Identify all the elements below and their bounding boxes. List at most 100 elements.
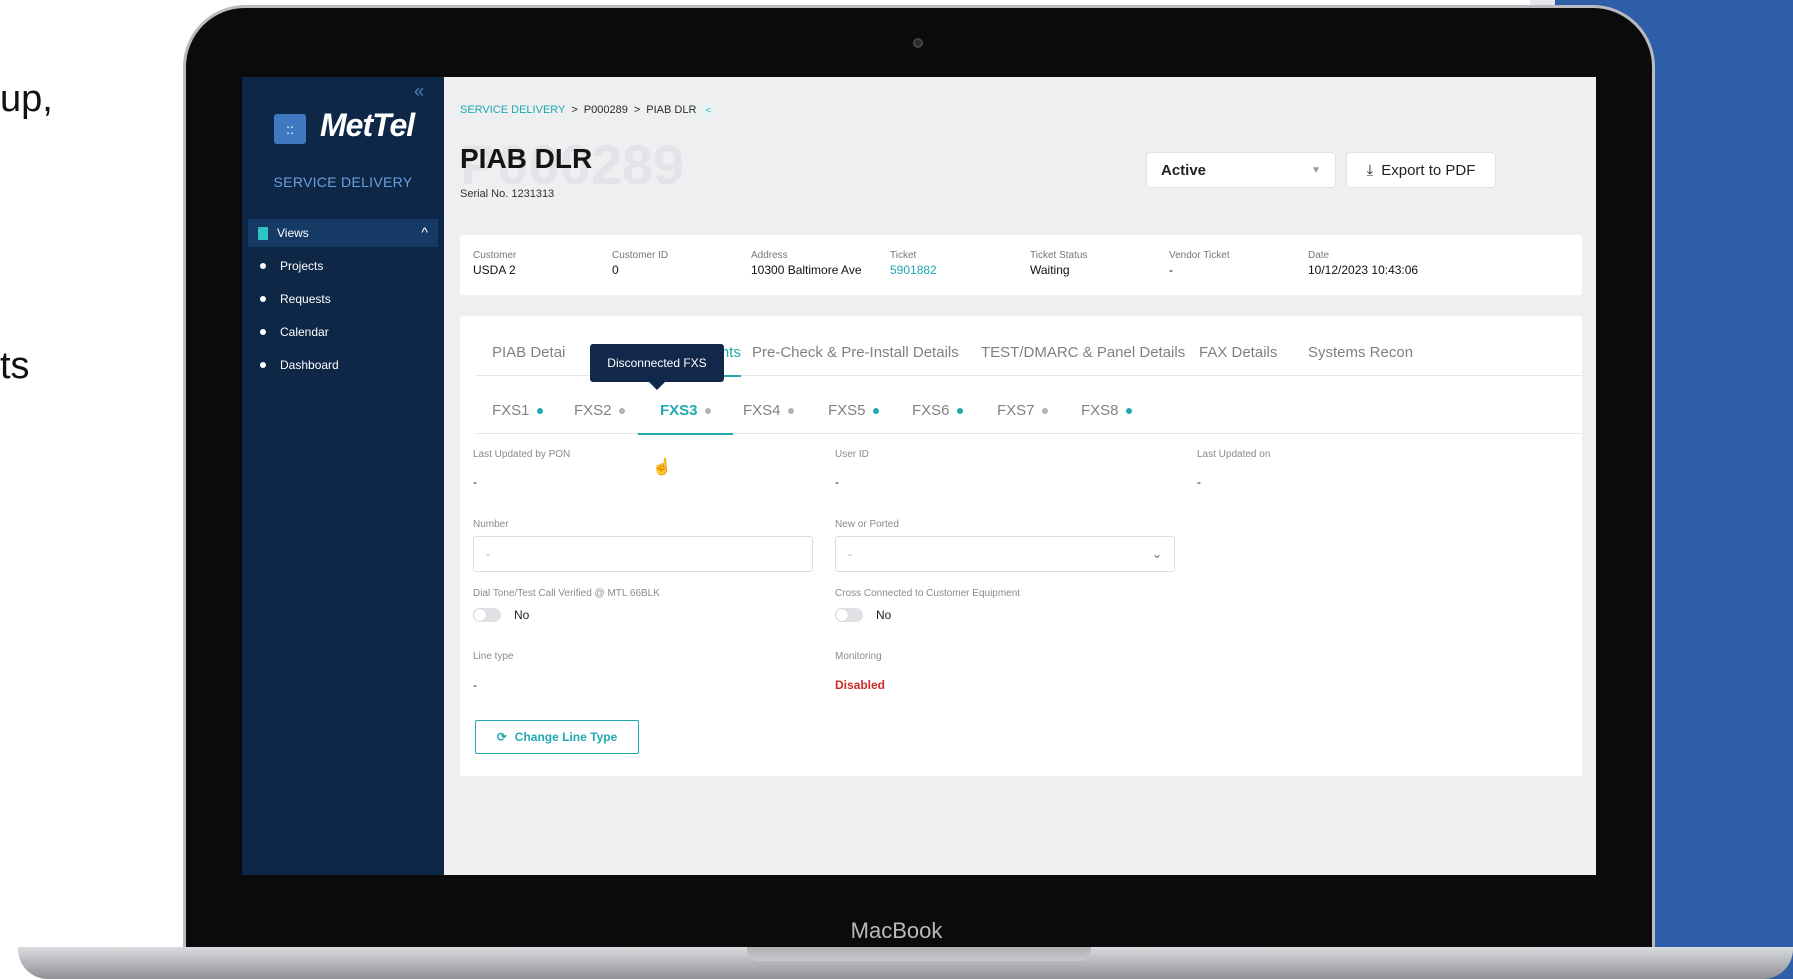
fxs-label: FXS1 [492, 402, 530, 419]
sidebar-item-dashboard[interactable]: Dashboard [260, 358, 339, 372]
tab-test-dmarc[interactable]: TEST/DMARC & Panel Details [981, 344, 1185, 375]
share-icon[interactable]: < [702, 104, 715, 116]
status-value: Active [1161, 161, 1207, 179]
info-value: - [1169, 263, 1173, 277]
change-line-type-label: Change Line Type [514, 730, 618, 744]
tab-fxs4[interactable]: FXS4 [743, 402, 794, 433]
chevron-down-icon: ⌄ [1151, 547, 1162, 561]
tab-fxs6[interactable]: FXS6 [912, 402, 963, 433]
new-or-ported-select[interactable]: - ⌄ [835, 536, 1175, 572]
tab-fxs5[interactable]: FXS5 [828, 402, 879, 433]
select-value: - [848, 547, 852, 561]
app-grid-icon: :: [274, 114, 306, 144]
tab-fxs8[interactable]: FXS8 [1081, 402, 1132, 433]
status-dot-icon [704, 407, 711, 414]
change-line-type-button[interactable]: ⟳ Change Line Type [475, 720, 639, 754]
info-label: Ticket Status [1030, 250, 1088, 261]
presentation-slide: up, ts MacBook « :: MetTel SERVICE DELIV… [0, 0, 1793, 979]
status-dot-icon [536, 407, 543, 414]
sidebar-section-title: SERVICE DELIVERY [273, 174, 413, 190]
field-label: New or Ported [835, 519, 899, 530]
laptop-notch [747, 947, 1091, 961]
download-icon: ⤓ [1366, 161, 1374, 179]
field-value: - [473, 678, 477, 692]
info-label: Address [751, 250, 788, 261]
tab-systems-recon[interactable]: Systems Recon [1308, 344, 1413, 375]
details-card: PIAB Detai ments Pre-Check & Pre-Install… [460, 316, 1582, 776]
info-label: Date [1308, 250, 1330, 261]
sidebar-item-calendar[interactable]: Calendar [260, 325, 329, 339]
bullet-icon [260, 296, 266, 302]
tab-fxs7[interactable]: FXS7 [997, 402, 1048, 433]
sidebar-item-requests[interactable]: Requests [260, 292, 331, 306]
document-icon [258, 226, 268, 240]
tab-pre-check[interactable]: Pre-Check & Pre-Install Details [752, 344, 959, 375]
bullet-icon [260, 362, 266, 368]
main-content: SERVICE DELIVERY > P000289 > PIAB DLR < … [444, 77, 1596, 875]
breadcrumb: SERVICE DELIVERY > P000289 > PIAB DLR < [460, 104, 715, 116]
field-label: Line type [473, 651, 514, 662]
dial-tone-toggle[interactable] [473, 608, 501, 622]
ticket-link[interactable]: 5901882 [890, 263, 937, 277]
toggle-state: No [514, 608, 530, 622]
page-title: PIAB DLR [460, 143, 593, 174]
fxs-tab-bar: FXS1 FXS2 FXS3 FXS4 FXS5 FXS6 FXS7 FXS8 … [476, 376, 1582, 476]
number-input[interactable]: - [473, 536, 813, 572]
slide-text-fragment: ts [0, 345, 30, 387]
field-label: Dial Tone/Test Call Verified @ MTL 66BLK [473, 588, 660, 599]
ticket-summary: Customer USDA 2 Customer ID 0 Address 10… [460, 235, 1582, 295]
breadcrumb-current: PIAB DLR [646, 104, 697, 116]
number-placeholder: - [486, 547, 490, 561]
collapse-sidebar-icon[interactable]: « [414, 81, 424, 102]
field-label: Last Updated on [1197, 449, 1271, 460]
views-group[interactable]: Views ^ [248, 219, 438, 247]
fxs-label: FXS6 [912, 402, 950, 419]
refresh-icon: ⟳ [496, 730, 507, 744]
logo: MetTel [320, 107, 415, 143]
field-label: Number [473, 519, 509, 530]
field-value: - [1197, 475, 1201, 489]
breadcrumb-separator: > [633, 104, 641, 116]
info-ticket: Ticket 5901882 [890, 250, 937, 277]
serial-number: Serial No. 1231313 [460, 188, 555, 200]
sidebar: « :: MetTel SERVICE DELIVERY Views ^ Pro… [242, 77, 444, 875]
info-customer-id: Customer ID 0 [612, 250, 668, 277]
sidebar-item-projects[interactable]: Projects [260, 259, 323, 273]
bullet-icon [260, 263, 266, 269]
hand-cursor-icon: ☝ [652, 459, 672, 476]
fxs-label: FXS4 [743, 402, 781, 419]
field-label: Last Updated by PON [473, 449, 571, 460]
info-value: USDA 2 [473, 263, 516, 277]
fxs-label: FXS8 [1081, 402, 1119, 419]
export-pdf-button[interactable]: ⤓ Export to PDF [1346, 152, 1496, 188]
info-label: Customer [473, 250, 517, 261]
caret-down-icon: ▼ [1311, 164, 1321, 176]
tab-bar: PIAB Detai ments Pre-Check & Pre-Install… [476, 316, 1582, 390]
chevron-up-icon[interactable]: ^ [421, 224, 428, 240]
info-customer: Customer USDA 2 [473, 250, 516, 277]
info-value: 10/12/2023 10:43:06 [1308, 263, 1419, 277]
info-address: Address 10300 Baltimore Ave [751, 250, 862, 277]
tab-fxs1[interactable]: FXS1 [492, 402, 543, 433]
info-value: 0 [612, 263, 619, 277]
sidebar-item-label: Dashboard [280, 358, 339, 372]
status-dot-icon [1041, 407, 1048, 414]
sidebar-item-label: Projects [280, 259, 324, 273]
status-dropdown[interactable]: Active ▼ [1146, 152, 1336, 188]
fxs-label: FXS7 [997, 402, 1035, 419]
device-brand: MacBook [850, 918, 943, 943]
info-label: Vendor Ticket [1169, 250, 1230, 261]
status-dot-icon [872, 407, 879, 414]
tab-fxs3[interactable]: FXS3 [638, 402, 733, 435]
field-value: - [835, 475, 839, 489]
breadcrumb-project[interactable]: P000289 [584, 104, 628, 116]
info-label: Customer ID [612, 250, 669, 261]
bullet-icon [260, 329, 266, 335]
tab-fax-details[interactable]: FAX Details [1199, 344, 1277, 375]
breadcrumb-service-delivery[interactable]: SERVICE DELIVERY [460, 104, 565, 116]
cross-connected-toggle[interactable] [835, 608, 863, 622]
tab-fxs2[interactable]: FXS2 [574, 402, 625, 433]
toggle-state: No [876, 608, 892, 622]
info-vendor-ticket: Vendor Ticket - [1169, 250, 1230, 277]
tab-piab-details[interactable]: PIAB Detai [492, 344, 565, 375]
